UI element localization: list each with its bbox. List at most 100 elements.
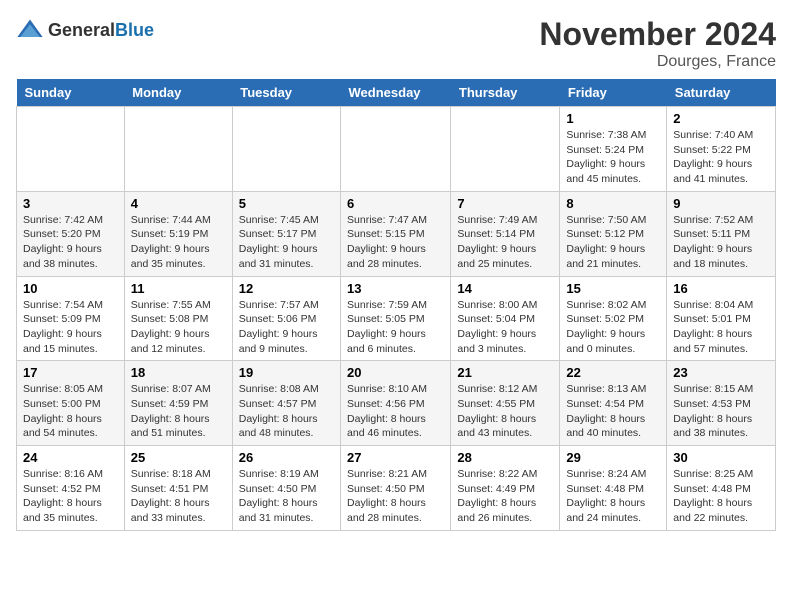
day-info: Sunrise: 8:13 AM Sunset: 4:54 PM Dayligh… [566, 382, 660, 441]
day-number: 17 [23, 365, 118, 380]
header-row: Sunday Monday Tuesday Wednesday Thursday… [17, 79, 776, 107]
day-cell: 25 Sunrise: 8:18 AM Sunset: 4:51 PM Dayli… [124, 446, 232, 531]
day-number: 14 [457, 281, 553, 296]
location: Dourges, France [539, 53, 776, 71]
day-number: 27 [347, 450, 444, 465]
day-cell: 16Sunrise: 8:04 AM Sunset: 5:01 PM Dayli… [667, 276, 776, 361]
header-wednesday: Wednesday [341, 79, 451, 107]
week-row-5: 24 Sunrise: 8:16 AM Sunset: 4:52 PM Dayli… [17, 446, 776, 531]
header-tuesday: Tuesday [232, 79, 340, 107]
day-number: 24 [23, 450, 118, 465]
day-number: 11 [131, 281, 226, 296]
day-info: Sunrise: 7:57 AM Sunset: 5:06 PM Dayligh… [239, 298, 334, 357]
header-sunday: Sunday [17, 79, 125, 107]
day-number: 23 [673, 365, 769, 380]
day-cell: 22 Sunrise: 8:13 AM Sunset: 4:54 PM Dayli… [560, 361, 667, 446]
day-number: 30 [673, 450, 769, 465]
day-number: 1 [566, 111, 660, 126]
day-info: Sunrise: 8:15 AM Sunset: 4:53 PM Dayligh… [673, 382, 769, 441]
day-info: Sunrise: 8:10 AM Sunset: 4:56 PM Dayligh… [347, 382, 444, 441]
day-info: Sunrise: 7:50 AM Sunset: 5:12 PM Dayligh… [566, 213, 660, 272]
day-cell [232, 107, 340, 192]
day-cell: 28 Sunrise: 8:22 AM Sunset: 4:49 PM Dayli… [451, 446, 560, 531]
day-info: Sunrise: 7:47 AM Sunset: 5:15 PM Dayligh… [347, 213, 444, 272]
day-cell [451, 107, 560, 192]
day-info: Sunrise: 8:25 AM Sunset: 4:48 PM Dayligh… [673, 467, 769, 526]
logo-blue: Blue [115, 20, 154, 40]
day-info: Sunrise: 7:52 AM Sunset: 5:11 PM Dayligh… [673, 213, 769, 272]
day-number: 16 [673, 281, 769, 296]
day-number: 22 [566, 365, 660, 380]
day-info: Sunrise: 8:24 AM Sunset: 4:48 PM Dayligh… [566, 467, 660, 526]
day-cell: 14 Sunrise: 8:00 AM Sunset: 5:04 PM Dayli… [451, 276, 560, 361]
header-saturday: Saturday [667, 79, 776, 107]
week-row-2: 3 Sunrise: 7:42 AM Sunset: 5:20 PM Daylig… [17, 191, 776, 276]
logo-icon [16, 16, 44, 44]
day-info: Sunrise: 8:16 AM Sunset: 4:52 PM Dayligh… [23, 467, 118, 526]
day-cell: 26 Sunrise: 8:19 AM Sunset: 4:50 PM Dayli… [232, 446, 340, 531]
day-cell: 11Sunrise: 7:55 AM Sunset: 5:08 PM Dayli… [124, 276, 232, 361]
day-info: Sunrise: 7:45 AM Sunset: 5:17 PM Dayligh… [239, 213, 334, 272]
day-cell: 15 Sunrise: 8:02 AM Sunset: 5:02 PM Dayli… [560, 276, 667, 361]
day-number: 2 [673, 111, 769, 126]
day-number: 10 [23, 281, 118, 296]
day-cell: 8 Sunrise: 7:50 AM Sunset: 5:12 PM Daylig… [560, 191, 667, 276]
calendar-table: Sunday Monday Tuesday Wednesday Thursday… [16, 79, 776, 531]
day-number: 8 [566, 196, 660, 211]
day-info: Sunrise: 8:07 AM Sunset: 4:59 PM Dayligh… [131, 382, 226, 441]
day-number: 6 [347, 196, 444, 211]
day-number: 26 [239, 450, 334, 465]
day-info: Sunrise: 8:02 AM Sunset: 5:02 PM Dayligh… [566, 298, 660, 357]
day-cell: 18 Sunrise: 8:07 AM Sunset: 4:59 PM Dayli… [124, 361, 232, 446]
day-number: 7 [457, 196, 553, 211]
day-number: 9 [673, 196, 769, 211]
day-cell: 17 Sunrise: 8:05 AM Sunset: 5:00 PM Dayli… [17, 361, 125, 446]
day-cell: 7 Sunrise: 7:49 AM Sunset: 5:14 PM Daylig… [451, 191, 560, 276]
day-number: 29 [566, 450, 660, 465]
day-info: Sunrise: 7:59 AM Sunset: 5:05 PM Dayligh… [347, 298, 444, 357]
day-info: Sunrise: 7:42 AM Sunset: 5:20 PM Dayligh… [23, 213, 118, 272]
week-row-3: 10 Sunrise: 7:54 AM Sunset: 5:09 PM Dayli… [17, 276, 776, 361]
header-thursday: Thursday [451, 79, 560, 107]
day-number: 12 [239, 281, 334, 296]
week-row-1: 1 Sunrise: 7:38 AM Sunset: 5:24 PM Daylig… [17, 107, 776, 192]
day-number: 20 [347, 365, 444, 380]
title-section: November 2024 Dourges, France [539, 16, 776, 71]
day-cell [17, 107, 125, 192]
day-cell: 5Sunrise: 7:45 AM Sunset: 5:17 PM Daylig… [232, 191, 340, 276]
day-cell: 24 Sunrise: 8:16 AM Sunset: 4:52 PM Dayli… [17, 446, 125, 531]
day-info: Sunrise: 8:18 AM Sunset: 4:51 PM Dayligh… [131, 467, 226, 526]
day-number: 3 [23, 196, 118, 211]
day-cell [124, 107, 232, 192]
day-info: Sunrise: 7:44 AM Sunset: 5:19 PM Dayligh… [131, 213, 226, 272]
week-row-4: 17 Sunrise: 8:05 AM Sunset: 5:00 PM Dayli… [17, 361, 776, 446]
day-cell: 13Sunrise: 7:59 AM Sunset: 5:05 PM Dayli… [341, 276, 451, 361]
day-cell: 21Sunrise: 8:12 AM Sunset: 4:55 PM Dayli… [451, 361, 560, 446]
day-info: Sunrise: 7:54 AM Sunset: 5:09 PM Dayligh… [23, 298, 118, 357]
day-cell: 27Sunrise: 8:21 AM Sunset: 4:50 PM Dayli… [341, 446, 451, 531]
day-info: Sunrise: 8:05 AM Sunset: 5:00 PM Dayligh… [23, 382, 118, 441]
day-cell: 4 Sunrise: 7:44 AM Sunset: 5:19 PM Daylig… [124, 191, 232, 276]
day-info: Sunrise: 8:08 AM Sunset: 4:57 PM Dayligh… [239, 382, 334, 441]
logo: GeneralBlue [16, 16, 154, 44]
logo-general: General [48, 20, 115, 40]
day-number: 28 [457, 450, 553, 465]
day-info: Sunrise: 7:40 AM Sunset: 5:22 PM Dayligh… [673, 128, 769, 187]
day-number: 15 [566, 281, 660, 296]
day-info: Sunrise: 7:49 AM Sunset: 5:14 PM Dayligh… [457, 213, 553, 272]
day-info: Sunrise: 8:00 AM Sunset: 5:04 PM Dayligh… [457, 298, 553, 357]
day-number: 25 [131, 450, 226, 465]
day-cell: 19Sunrise: 8:08 AM Sunset: 4:57 PM Dayli… [232, 361, 340, 446]
day-cell: 10 Sunrise: 7:54 AM Sunset: 5:09 PM Dayli… [17, 276, 125, 361]
day-info: Sunrise: 8:19 AM Sunset: 4:50 PM Dayligh… [239, 467, 334, 526]
day-cell: 9 Sunrise: 7:52 AM Sunset: 5:11 PM Daylig… [667, 191, 776, 276]
month-title: November 2024 [539, 16, 776, 53]
header-monday: Monday [124, 79, 232, 107]
day-info: Sunrise: 7:38 AM Sunset: 5:24 PM Dayligh… [566, 128, 660, 187]
day-number: 18 [131, 365, 226, 380]
day-number: 4 [131, 196, 226, 211]
day-cell: 20 Sunrise: 8:10 AM Sunset: 4:56 PM Dayli… [341, 361, 451, 446]
day-cell: 1 Sunrise: 7:38 AM Sunset: 5:24 PM Daylig… [560, 107, 667, 192]
page-header: GeneralBlue November 2024 Dourges, Franc… [16, 16, 776, 71]
day-info: Sunrise: 8:22 AM Sunset: 4:49 PM Dayligh… [457, 467, 553, 526]
